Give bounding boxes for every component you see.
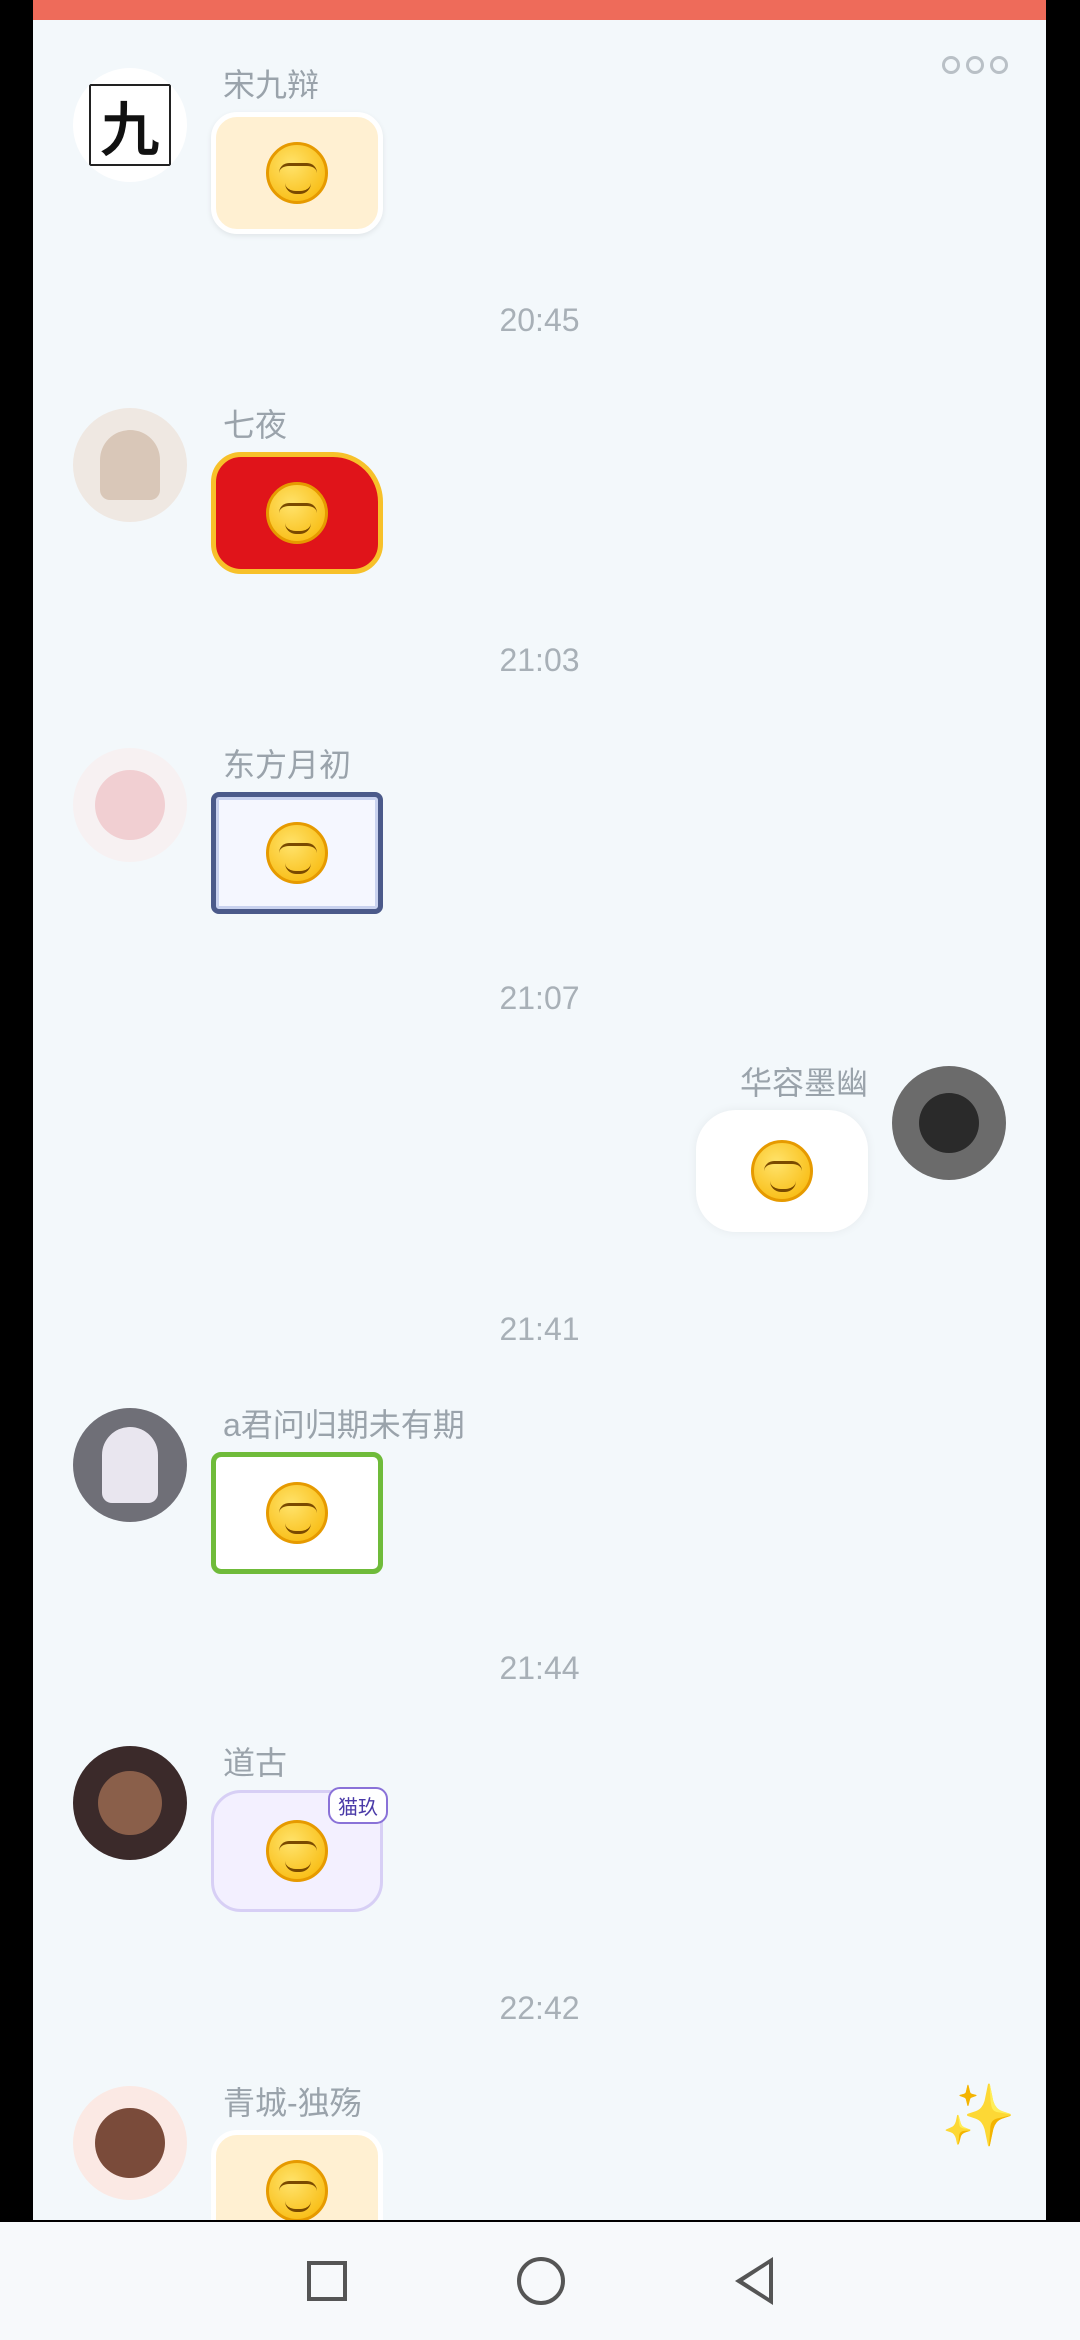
smile-emoji-icon (266, 142, 328, 204)
message-item: 东方月初 (33, 747, 1046, 968)
emoji-message[interactable] (211, 792, 383, 914)
smile-emoji-icon (751, 1140, 813, 1202)
message-item: 九 宋九辩 (33, 67, 1046, 288)
sender-name: a君问归期未有期 (223, 1407, 465, 1443)
system-navigation-bar (0, 2222, 1080, 2340)
sender-name: 宋九辩 (223, 67, 320, 103)
smile-emoji-icon (266, 1482, 328, 1544)
smile-emoji-icon (266, 1820, 328, 1882)
avatar[interactable] (73, 408, 187, 522)
avatar[interactable] (73, 1746, 187, 1860)
avatar[interactable]: 九 (73, 68, 187, 182)
emoji-message[interactable] (211, 2130, 383, 2220)
timestamp: 21:41 (499, 1311, 580, 1347)
status-color-bar (33, 0, 1046, 20)
back-button[interactable] (735, 2257, 773, 2305)
avatar-figure-icon (100, 430, 160, 500)
recent-apps-button[interactable] (307, 2261, 347, 2301)
emoji-message[interactable] (211, 452, 383, 574)
avatar[interactable] (73, 748, 187, 862)
timestamp: 20:45 (499, 302, 580, 338)
avatar-figure-icon (98, 1771, 162, 1835)
home-button[interactable] (517, 2257, 565, 2305)
avatar-figure-icon (102, 1427, 158, 1503)
message-item: 华容墨幽 (33, 1065, 1046, 1286)
timestamp: 21:03 (499, 642, 580, 678)
smile-emoji-icon (266, 822, 328, 884)
chat-area[interactable]: 九 宋九辩 20:45 七夜 21:03 东方月初 21:07 华容墨幽 21:… (33, 20, 1046, 2220)
avatar[interactable] (73, 2086, 187, 2200)
timestamp: 21:07 (499, 980, 580, 1016)
smile-emoji-icon (266, 482, 328, 544)
avatar[interactable] (73, 1408, 187, 1522)
avatar-figure-icon (95, 770, 165, 840)
sender-name: 华容墨幽 (739, 1065, 868, 1101)
avatar[interactable] (892, 1066, 1006, 1180)
avatar-figure-icon (95, 2108, 165, 2178)
smile-emoji-icon (266, 2160, 328, 2220)
timestamp: 22:42 (499, 1990, 580, 2026)
sender-name: 青城-独殇 (223, 2085, 362, 2121)
user-tag: 猫玖 (328, 1787, 388, 1824)
avatar-glyph: 九 (89, 84, 171, 166)
message-item: a君问归期未有期 (33, 1407, 1046, 1628)
avatar-figure-icon (919, 1093, 979, 1153)
message-item: 道古 猫玖 (33, 1745, 1046, 1966)
sender-name: 七夜 (223, 407, 288, 443)
emoji-message[interactable]: 猫玖 (211, 1787, 388, 1912)
message-item: 七夜 (33, 407, 1046, 628)
magic-wand-icon[interactable]: ✨ (941, 2080, 1016, 2151)
timestamp: 21:44 (499, 1650, 580, 1686)
sender-name: 道古 (223, 1745, 288, 1781)
emoji-message[interactable] (211, 1452, 383, 1574)
emoji-message[interactable] (696, 1110, 868, 1232)
sender-name: 东方月初 (223, 747, 352, 783)
message-item: 青城-独殇 (33, 2085, 1046, 2220)
emoji-message[interactable] (211, 112, 383, 234)
